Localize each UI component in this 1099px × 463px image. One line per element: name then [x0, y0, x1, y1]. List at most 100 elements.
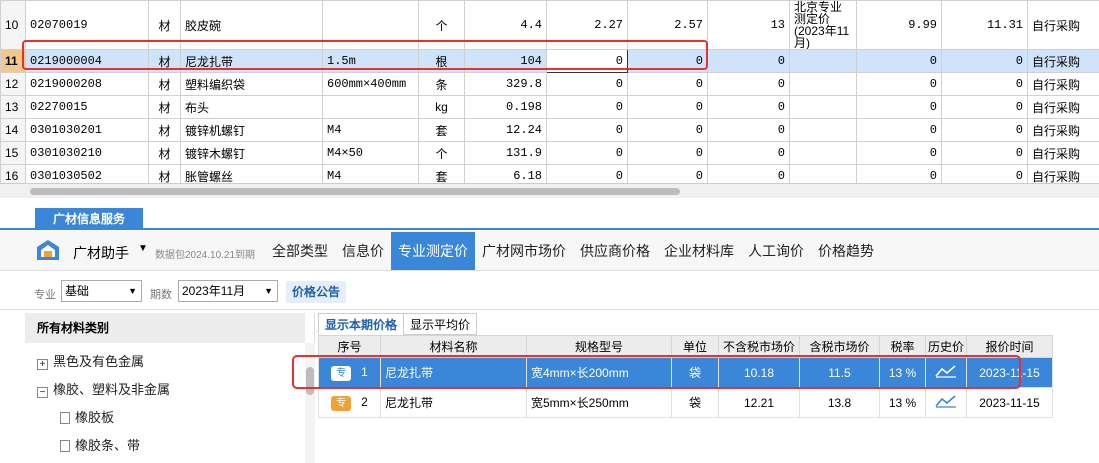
material-name[interactable]: 胀管螺丝 — [180, 164, 323, 183]
material-unit[interactable]: 个 — [418, 141, 465, 165]
price-row[interactable]: 专 2 尼龙扎带 宽5mm×长250mm 袋 12.21 13.8 13 % 2… — [318, 387, 1053, 418]
price-cell[interactable]: 2.57 — [627, 0, 708, 50]
row-number[interactable]: 12 — [0, 72, 26, 96]
history-cell[interactable] — [925, 357, 967, 388]
material-type[interactable]: 材 — [148, 95, 181, 119]
material-unit[interactable]: 套 — [418, 118, 465, 142]
material-name[interactable]: 尼龙扎带 — [380, 357, 527, 388]
col-header[interactable]: 序号 — [318, 335, 381, 358]
table-row[interactable]: 12 0219000208 材 塑料编织袋 600mm×400mm 条 329.… — [0, 72, 1099, 96]
row-number[interactable]: 专 2 — [318, 387, 381, 418]
material-type[interactable]: 材 — [148, 72, 181, 96]
material-spec[interactable]: 宽5mm×长250mm — [526, 387, 672, 418]
price-cell[interactable]: 11.31 — [941, 0, 1028, 50]
price-cell[interactable]: 0 — [856, 141, 942, 165]
col-header[interactable]: 不含税市场价 — [718, 335, 800, 358]
tab-market-price[interactable]: 广材网市场价 — [475, 232, 573, 270]
period-select[interactable]: 2023年11月 ▼ — [178, 280, 278, 302]
material-spec[interactable]: M4 — [322, 164, 419, 183]
tax-rate-cell[interactable]: 0 — [707, 72, 790, 96]
trend-chart-icon[interactable] — [935, 394, 957, 408]
price-source-note[interactable] — [789, 164, 857, 183]
row-number[interactable]: 15 — [0, 141, 26, 165]
price-cell[interactable]: 0 — [856, 72, 942, 96]
material-unit[interactable]: 袋 — [671, 387, 719, 418]
price-cell[interactable]: 0 — [627, 49, 708, 73]
chevron-down-icon[interactable]: ▼ — [138, 243, 148, 254]
material-name[interactable]: 镀锌机螺钉 — [180, 118, 323, 142]
col-header[interactable]: 税率 — [879, 335, 926, 358]
price-cell[interactable]: 0 — [856, 118, 942, 142]
table-row-selected[interactable]: 11 0219000004 材 尼龙扎带 1.5m 根 104 0 0 0 0 … — [0, 49, 1099, 73]
table-row[interactable]: 16 0301030502 材 胀管螺丝 M4 套 6.18 0 0 0 0 0… — [0, 164, 1099, 183]
price-cell[interactable]: 0 — [941, 95, 1028, 119]
material-qty[interactable]: 104 — [464, 49, 547, 73]
price-cell[interactable]: 0 — [627, 141, 708, 165]
tax-rate[interactable]: 13 % — [879, 357, 926, 388]
price-row-selected[interactable]: 专 1 尼龙扎带 宽4mm×长200mm 袋 10.18 11.5 13 % 2… — [318, 357, 1053, 388]
material-qty[interactable]: 6.18 — [464, 164, 547, 183]
tab-price-trend[interactable]: 价格趋势 — [811, 232, 881, 270]
material-qty[interactable]: 4.4 — [464, 0, 547, 50]
material-spec[interactable]: 600mm×400mm — [322, 72, 419, 96]
price-cell[interactable]: 0 — [856, 95, 942, 119]
tab-enterprise-library[interactable]: 企业材料库 — [657, 232, 741, 270]
material-unit[interactable]: 袋 — [671, 357, 719, 388]
material-name[interactable]: 塑料编织袋 — [180, 72, 323, 96]
material-code[interactable]: 0219000208 — [25, 72, 149, 96]
col-header[interactable]: 历史价 — [925, 335, 967, 358]
price-inc-tax[interactable]: 13.8 — [799, 387, 880, 418]
price-cell[interactable]: 0 — [856, 49, 942, 73]
material-code[interactable]: 02070019 — [25, 0, 149, 50]
col-header[interactable]: 单位 — [671, 335, 719, 358]
material-qty[interactable]: 329.8 — [464, 72, 547, 96]
table-row[interactable]: 15 0301030210 材 镀锌木螺钉 M4×50 个 131.9 0 0 … — [0, 141, 1099, 165]
material-spec[interactable]: M4×50 — [322, 141, 419, 165]
price-cell[interactable]: 0 — [941, 141, 1028, 165]
material-unit[interactable]: 条 — [418, 72, 465, 96]
material-name[interactable]: 尼龙扎带 — [180, 49, 323, 73]
material-qty[interactable]: 131.9 — [464, 141, 547, 165]
col-header[interactable]: 含税市场价 — [799, 335, 880, 358]
horizontal-scrollbar[interactable] — [0, 184, 1099, 198]
major-select[interactable]: 基础 ▼ — [61, 280, 142, 302]
material-name[interactable]: 镀锌木螺钉 — [180, 141, 323, 165]
tax-rate-cell[interactable]: 0 — [707, 164, 790, 183]
tax-rate-cell[interactable]: 0 — [707, 95, 790, 119]
price-source-note[interactable]: 北京专业测定价(2023年11月) — [789, 0, 857, 50]
material-name[interactable]: 布头 — [180, 95, 323, 119]
price-cell[interactable]: 0 — [546, 118, 628, 142]
material-code[interactable]: 0219000004 — [25, 49, 149, 73]
price-ex-tax[interactable]: 10.18 — [718, 357, 800, 388]
expand-icon[interactable]: + — [37, 359, 48, 370]
price-cell[interactable]: 0 — [546, 141, 628, 165]
material-type[interactable]: 材 — [148, 49, 181, 73]
supply-source[interactable]: 自行采购 — [1027, 118, 1099, 142]
tax-rate-cell[interactable]: 0 — [707, 118, 790, 142]
price-cell[interactable]: 0 — [546, 164, 628, 183]
tab-info-service[interactable]: 广材信息服务 — [35, 208, 143, 230]
tax-rate-cell[interactable]: 13 — [707, 0, 790, 50]
row-number[interactable]: 10 — [0, 0, 26, 50]
price-edit-cell[interactable]: 0 — [546, 49, 628, 73]
tab-manual-inquiry[interactable]: 人工询价 — [741, 232, 811, 270]
price-cell[interactable]: 0 — [941, 118, 1028, 142]
row-number[interactable]: 16 — [0, 164, 26, 183]
price-inc-tax[interactable]: 11.5 — [799, 357, 880, 388]
tree-item-rubber-plastics[interactable]: − 橡胶、塑料及非金属 — [37, 379, 170, 398]
row-number[interactable]: 专 1 — [318, 357, 381, 388]
col-header[interactable]: 材料名称 — [380, 335, 527, 358]
price-cell[interactable]: 0 — [546, 95, 628, 119]
material-spec[interactable]: M4 — [322, 118, 419, 142]
price-cell[interactable]: 0 — [627, 118, 708, 142]
material-unit[interactable]: 根 — [418, 49, 465, 73]
tree-item-rubber-strip[interactable]: 橡胶条、带 — [60, 435, 140, 454]
scrollbar-thumb[interactable] — [306, 367, 314, 395]
table-row[interactable]: 13 02270015 材 布头 kg 0.198 0 0 0 0 0 自行采购 — [0, 95, 1099, 119]
tab-professional-price[interactable]: 专业测定价 — [391, 232, 475, 270]
price-source-note[interactable] — [789, 95, 857, 119]
collapse-icon[interactable]: − — [37, 387, 48, 398]
material-spec[interactable]: 宽4mm×长200mm — [526, 357, 672, 388]
tab-all-types[interactable]: 全部类型 — [265, 232, 335, 270]
col-header[interactable]: 规格型号 — [526, 335, 672, 358]
